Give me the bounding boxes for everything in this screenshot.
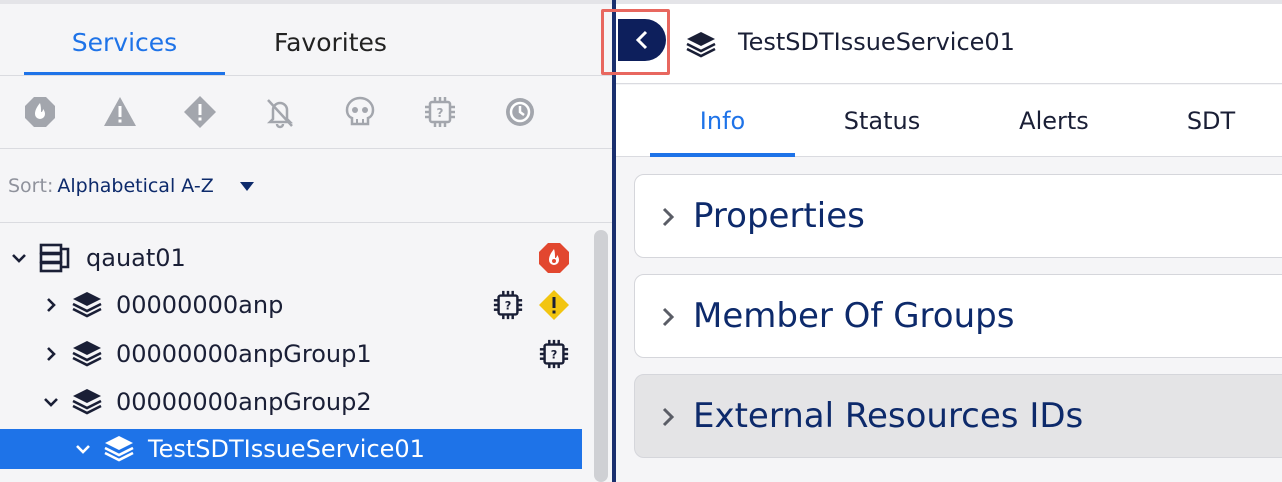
page-title: TestSDTIssueService01 [738,28,1015,56]
tree-item-label: 00000000anpGroup2 [116,388,372,416]
details-tabs: Info Status Alerts SDT [616,85,1282,157]
chevron-right-icon[interactable] [43,346,59,362]
left-tabs: Services Favorites [0,8,612,76]
section-title: Properties [693,196,865,236]
member-of-groups-section[interactable]: Member Of Groups [634,274,1282,358]
critical-filter-icon[interactable] [23,95,57,129]
top-border-left [0,0,612,4]
alert-filter-bar: ? [0,76,612,148]
service-stack-icon [70,337,104,371]
dead-filter-icon[interactable] [343,95,377,129]
svg-text:?: ? [437,106,444,120]
tree-item-label: 00000000anpGroup1 [116,340,372,368]
chevron-left-icon [635,30,648,50]
warning-filter-icon[interactable] [183,95,217,129]
service-stack-icon [70,288,104,322]
chevron-down-icon[interactable] [43,394,59,410]
error-filter-icon[interactable] [103,95,137,129]
service-stack-icon [684,28,718,62]
section-title: External Resources IDs [693,396,1084,436]
chevron-down-icon[interactable] [75,441,91,457]
collapse-panel-button[interactable] [618,19,666,61]
tree-item-label: qauat01 [86,244,186,272]
sort-select[interactable]: Alphabetical A-Z [57,175,213,197]
divider [0,148,612,149]
svg-text:?: ? [505,300,512,313]
sdt-filter-icon[interactable] [503,95,537,129]
sort-control: Sort: Alphabetical A-Z [0,150,612,222]
no-data-filter-icon[interactable]: ? [423,95,457,129]
tab-alerts[interactable]: Alerts [984,85,1124,157]
sort-label: Sort: [8,175,54,197]
external-resources-ids-section[interactable]: External Resources IDs [634,374,1282,458]
tree-row[interactable]: 00000000anp ? [0,285,582,325]
tab-favorites[interactable]: Favorites [230,8,431,76]
properties-section[interactable]: Properties [634,174,1282,258]
chevron-right-icon [659,205,677,229]
warning-alert-icon [538,289,570,321]
chevron-down-icon[interactable] [11,250,27,266]
tab-info[interactable]: Info [650,85,795,157]
no-data-icon: ? [492,289,524,321]
critical-alert-icon [538,242,570,274]
tree-row[interactable]: 00000000anpGroup1 ? [0,334,582,374]
tree-row[interactable]: 00000000anpGroup2 [0,382,582,422]
tab-status[interactable]: Status [812,85,952,157]
chevron-right-icon [659,405,677,429]
details-header: TestSDTIssueService01 [601,4,1282,84]
service-stack-icon [70,385,104,419]
sort-dropdown-icon[interactable] [239,181,254,191]
tab-services[interactable]: Services [24,8,225,76]
service-stack-icon [102,432,136,466]
alert-muted-filter-icon[interactable] [263,95,297,129]
active-tab-indicator [650,153,795,157]
tree-row-selected[interactable]: TestSDTIssueService01 [0,429,582,469]
section-title: Member Of Groups [693,296,1015,336]
chevron-right-icon[interactable] [43,297,59,313]
chevron-right-icon [659,305,677,329]
svg-text:?: ? [551,349,558,362]
tree-item-label: 00000000anp [116,291,284,319]
tree-row[interactable]: qauat01 [0,238,582,278]
group-icon [38,241,72,275]
tree-item-label: TestSDTIssueService01 [148,435,425,463]
tree-scrollbar[interactable] [594,230,608,482]
resource-tree-panel: Services Favorites ? Sort: Alphabetical … [0,0,612,482]
details-panel: TestSDTIssueService01 Info Status Alerts… [601,0,1282,482]
no-data-icon: ? [538,338,570,370]
tab-sdt[interactable]: SDT [1156,85,1266,157]
resource-tree: qauat01 00000000anp ? 00000000anpGroup1 … [0,223,590,482]
